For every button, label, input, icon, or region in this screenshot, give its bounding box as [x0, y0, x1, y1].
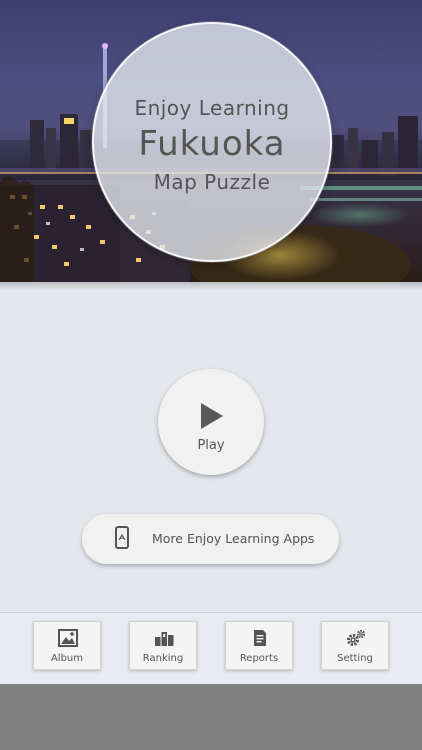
title-city-name: Fukuoka — [138, 124, 286, 164]
bottom-toolbar: Album Ranking Reports Setting — [0, 612, 422, 684]
ranking-button[interactable]: Ranking — [129, 621, 197, 670]
app-screen: Enjoy Learning Fukuoka Map Puzzle Play M… — [0, 0, 422, 750]
play-label: Play — [197, 438, 225, 453]
play-icon — [201, 403, 223, 429]
setting-button[interactable]: Setting — [321, 621, 389, 670]
album-label: Album — [50, 653, 84, 664]
bottom-gray-bar — [0, 684, 422, 750]
smartphone-icon — [115, 526, 129, 549]
play-button[interactable]: Play — [158, 369, 264, 475]
ranking-icon — [155, 632, 174, 646]
reports-button[interactable]: Reports — [225, 621, 293, 670]
document-icon — [254, 630, 266, 646]
gears-icon — [347, 629, 366, 646]
title-badge: Enjoy Learning Fukuoka Map Puzzle — [92, 22, 332, 262]
album-button[interactable]: Album — [33, 621, 101, 670]
reports-label: Reports — [239, 653, 279, 664]
hero-shadow — [0, 282, 422, 290]
picture-icon — [58, 629, 78, 647]
more-apps-label: More Enjoy Learning Apps — [152, 531, 315, 546]
ranking-label: Ranking — [142, 653, 184, 664]
more-apps-button[interactable]: More Enjoy Learning Apps — [82, 514, 339, 564]
title-line-1: Enjoy Learning — [134, 96, 290, 120]
title-line-3: Map Puzzle — [153, 170, 271, 194]
setting-label: Setting — [337, 653, 373, 664]
